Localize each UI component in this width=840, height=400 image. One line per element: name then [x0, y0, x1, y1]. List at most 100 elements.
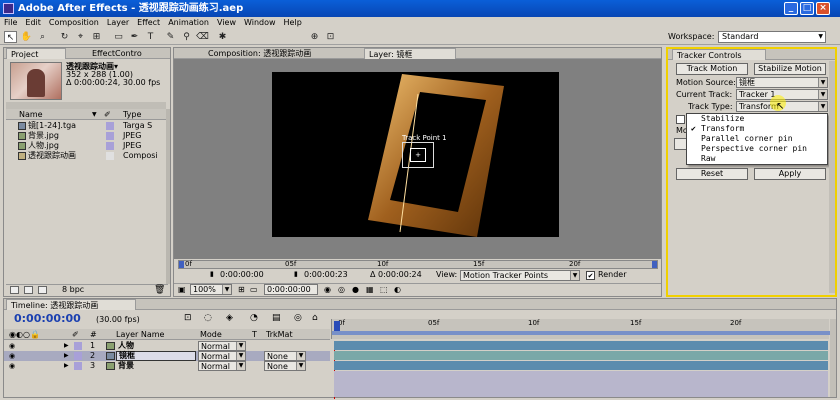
interpret-footage-icon[interactable]	[10, 286, 19, 294]
exposure-icon[interactable]: ◐	[394, 285, 401, 294]
pen-tool-icon[interactable]: ✒	[128, 31, 141, 43]
table-row[interactable]: ◉ ▶ 3 背景 Normal ▼ None ▼	[4, 361, 330, 371]
tab-effect-controls[interactable]: EffectContro	[88, 48, 168, 59]
track-option-checkbox[interactable]	[676, 115, 685, 124]
show-snapshot-icon[interactable]: ◎	[338, 285, 345, 294]
time-indicator-head[interactable]	[334, 321, 340, 331]
close-button[interactable]: ×	[816, 2, 830, 15]
list-item[interactable]: 人物.jpg JPEG	[6, 141, 166, 151]
tab-composition[interactable]: Composition: 透视跟踪动画	[204, 48, 364, 59]
tab-layer[interactable]: Layer: 镜框	[364, 48, 456, 59]
mask-tool-icon[interactable]: ▭	[112, 31, 125, 43]
set-out-point-icon[interactable]: ▮	[294, 270, 298, 278]
current-time-field[interactable]: 0:00:00:00	[264, 284, 318, 295]
project-scrollbar[interactable]	[166, 109, 170, 284]
snapshot-icon[interactable]: ◉	[324, 285, 331, 294]
tab-timeline[interactable]: Timeline: 透视跟踪动画	[6, 299, 136, 310]
live-update-icon[interactable]: ◌	[204, 313, 212, 323]
clone-stamp-tool-icon[interactable]: ⚲	[180, 31, 193, 43]
reset-button[interactable]: Reset	[676, 168, 748, 180]
time-end[interactable]: 0:00:00:23	[304, 270, 348, 279]
layer-duration-bar[interactable]	[334, 361, 828, 370]
work-area-start-handle[interactable]	[179, 261, 184, 268]
render-checkbox[interactable]: ✔	[586, 271, 595, 280]
transparency-grid-icon[interactable]: ▦	[366, 285, 374, 294]
mask-view-icon[interactable]: ▭	[250, 285, 258, 294]
table-row[interactable]: ◉ ▶ 2 镜框 Normal ▼ None ▼	[4, 351, 330, 361]
option-parallel-corner-pin[interactable]: Parallel corner pin	[687, 134, 827, 144]
menu-window[interactable]: Window	[240, 17, 280, 29]
title-safe-icon[interactable]: ⊞	[238, 285, 245, 294]
layer-name[interactable]: 背景	[118, 361, 134, 371]
list-item[interactable]: 透视跟踪动画 Composi	[6, 151, 166, 161]
option-transform[interactable]: ✔ Transform	[687, 124, 827, 134]
hand-tool-icon[interactable]: ✋	[20, 31, 33, 43]
comp-mini-flowchart-icon[interactable]: ⊡	[184, 313, 192, 323]
work-area-end-handle[interactable]	[652, 261, 657, 268]
column-type[interactable]: Type	[123, 109, 141, 120]
apply-button[interactable]: Apply	[754, 168, 826, 180]
timeline-ruler[interactable]: 0f 05f 10f 15f 20f	[331, 319, 830, 339]
new-composition-icon[interactable]	[38, 286, 47, 294]
visibility-eye-icon[interactable]: ◉	[9, 341, 15, 351]
text-tool-icon[interactable]: T	[144, 31, 157, 43]
new-folder-icon[interactable]	[24, 286, 33, 294]
menu-composition[interactable]: Composition	[45, 17, 103, 29]
option-raw[interactable]: Raw	[687, 154, 827, 164]
trkmat-select[interactable]: None ▼	[264, 361, 306, 371]
layer-name[interactable]: 镜框	[116, 351, 196, 361]
pan-behind-tool-icon[interactable]: ⊞	[90, 31, 103, 43]
expand-triangle-icon[interactable]: ▶	[64, 341, 69, 351]
tracker-scrollbar[interactable]	[829, 61, 835, 293]
zoom-select[interactable]: 100% ▼	[190, 284, 232, 295]
graph-editor-icon[interactable]: ⌂	[312, 313, 318, 323]
world-axis-icon[interactable]: ⊡	[324, 31, 337, 43]
feature-region-box[interactable]: +	[410, 148, 426, 162]
visibility-eye-icon[interactable]: ◉	[9, 351, 15, 361]
mode-select[interactable]: Normal ▼	[198, 341, 246, 351]
timeline-scrollbar[interactable]	[830, 319, 836, 397]
layer-duration-bar[interactable]	[334, 341, 828, 350]
work-area-bar[interactable]	[332, 331, 830, 335]
motion-source-select[interactable]: 镜框 ▼	[736, 77, 828, 88]
draft-3d-icon[interactable]: ◈	[226, 313, 233, 323]
mode-select[interactable]: Normal ▼	[198, 351, 246, 361]
selection-tool-icon[interactable]: ↖	[4, 31, 17, 43]
shy-layers-icon[interactable]: ◔	[250, 313, 258, 323]
workspace-select[interactable]: Standard ▼	[718, 31, 826, 43]
menu-animation[interactable]: Animation	[164, 17, 213, 29]
tab-project[interactable]: Project	[6, 48, 66, 59]
expand-triangle-icon[interactable]: ▶	[64, 351, 69, 361]
menu-layer[interactable]: Layer	[103, 17, 133, 29]
menu-edit[interactable]: Edit	[21, 17, 45, 29]
view-select[interactable]: Motion Tracker Points ▼	[460, 270, 580, 281]
brush-tool-icon[interactable]: ✎	[164, 31, 177, 43]
table-row[interactable]: ◉ ▶ 1 人物 Normal ▼	[4, 341, 330, 351]
trkmat-select[interactable]: None ▼	[264, 351, 306, 361]
always-preview-icon[interactable]: ▣	[178, 285, 186, 294]
timeline-current-time[interactable]: 0:00:00:00	[14, 312, 81, 325]
mode-select[interactable]: Normal ▼	[198, 361, 246, 371]
viewer-time-ruler[interactable]: 0f 05f 10f 15f 20f	[178, 260, 658, 269]
layer-name[interactable]: 人物	[118, 341, 134, 351]
set-in-point-icon[interactable]: ▮	[210, 270, 214, 278]
motion-blur-icon[interactable]: ◎	[294, 313, 302, 323]
color-channels-icon[interactable]: ●	[352, 285, 359, 294]
axis-mode-icon[interactable]: ⊕	[308, 31, 321, 43]
puppet-tool-icon[interactable]: ✱	[216, 31, 229, 43]
zoom-tool-icon[interactable]: ⌕	[36, 31, 49, 43]
tab-tracker-controls[interactable]: Tracker Controls	[672, 49, 766, 60]
option-perspective-corner-pin[interactable]: Perspective corner pin	[687, 144, 827, 154]
layer-duration-bar[interactable]	[334, 351, 828, 360]
eraser-tool-icon[interactable]: ⌫	[196, 31, 209, 43]
menu-help[interactable]: Help	[280, 17, 306, 29]
visibility-eye-icon[interactable]: ◉	[9, 361, 15, 371]
stabilize-motion-button[interactable]: Stabilize Motion	[754, 63, 826, 75]
sort-chevron-icon[interactable]: ▼	[92, 109, 97, 120]
menu-effect[interactable]: Effect	[133, 17, 164, 29]
list-item[interactable]: 镜[1-24].tga Targa S	[6, 121, 166, 131]
camera-tool-icon[interactable]: ⌖	[74, 31, 87, 43]
list-item[interactable]: 背景.jpg JPEG	[6, 131, 166, 141]
track-motion-button[interactable]: Track Motion	[676, 63, 748, 75]
menu-view[interactable]: View	[213, 17, 240, 29]
